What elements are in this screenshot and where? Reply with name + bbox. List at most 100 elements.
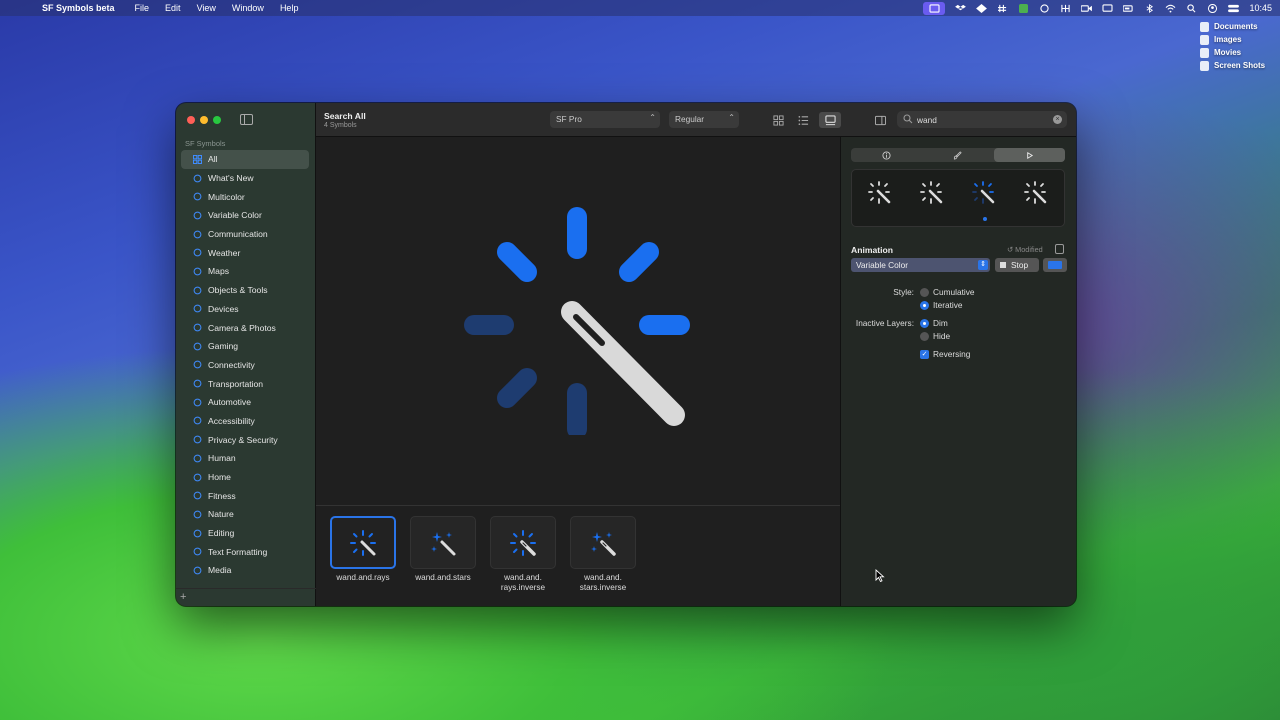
minimize-button[interactable]	[200, 116, 208, 124]
stop-label: Stop	[1011, 260, 1029, 270]
tab-rendering[interactable]	[922, 148, 993, 162]
battery-icon[interactable]	[1123, 4, 1134, 13]
sidebar-item-all[interactable]: All	[181, 150, 309, 169]
sidebar-item-variable-color[interactable]: Variable Color	[181, 206, 309, 225]
close-button[interactable]	[187, 116, 195, 124]
sidebar-item-transportation[interactable]: Transportation	[181, 374, 309, 393]
menu-help[interactable]: Help	[272, 3, 307, 13]
dropbox-icon[interactable]	[955, 4, 967, 13]
sidebar-item-media[interactable]: Media	[181, 561, 309, 580]
hash-icon[interactable]	[997, 4, 1008, 13]
user-icon[interactable]	[1207, 3, 1218, 13]
tab-info[interactable]	[851, 148, 922, 162]
search-field[interactable]: ×	[897, 111, 1067, 128]
desktop-item-images[interactable]: Images	[1200, 33, 1265, 46]
weight-popup[interactable]: Regular ⌃	[669, 111, 739, 128]
menu-view[interactable]: View	[189, 3, 224, 13]
clear-search-icon[interactable]: ×	[1053, 115, 1062, 124]
sidebar-item-privacy-security[interactable]: Privacy & Security	[181, 430, 309, 449]
sidebar-item-devices[interactable]: Devices	[181, 300, 309, 319]
symbol-preview	[316, 137, 840, 506]
wand-and-rays-icon	[868, 181, 891, 204]
sidebar-item-weather[interactable]: Weather	[181, 243, 309, 262]
search-input[interactable]	[917, 112, 1047, 127]
tab-animation[interactable]	[993, 148, 1065, 162]
sidebar-item-accessibility[interactable]: Accessibility	[181, 412, 309, 431]
map-icon	[193, 267, 202, 276]
grid-view-icon[interactable]	[770, 112, 786, 128]
desktop-item-screen-shots[interactable]: Screen Shots	[1200, 59, 1265, 72]
info-icon	[882, 150, 891, 160]
font-popup[interactable]: SF Pro ⌃	[550, 111, 660, 128]
list-view-icon[interactable]	[795, 112, 811, 128]
app-green-icon[interactable]	[1018, 3, 1029, 13]
sidebar-item-home[interactable]: Home	[181, 468, 309, 487]
zoom-button[interactable]	[213, 116, 221, 124]
symbol-tile-wand-and-rays-inverse[interactable]: wand.and. rays.inverse	[490, 516, 556, 593]
font-popup-value: SF Pro	[556, 114, 582, 124]
sidebar-item-nature[interactable]: Nature	[181, 505, 309, 524]
screen-capture-icon[interactable]	[923, 1, 946, 15]
style-radio-iterative[interactable]: Iterative	[920, 300, 963, 310]
reversing-checkbox[interactable]: ✓ Reversing	[920, 349, 970, 359]
color-well[interactable]	[1043, 258, 1067, 272]
stop-button[interactable]: Stop	[995, 258, 1039, 272]
checkmark-icon: ✓	[920, 349, 929, 359]
modified-label[interactable]: ↺ Modified	[1007, 245, 1043, 254]
gallery-view-icon[interactable]	[819, 112, 841, 128]
sidebar-item-label: Weather	[208, 247, 241, 258]
menu-edit[interactable]: Edit	[157, 3, 189, 13]
variant-4[interactable]	[1022, 179, 1052, 209]
menu-file[interactable]: File	[127, 3, 158, 13]
variant-2[interactable]	[918, 179, 948, 209]
add-collection-button[interactable]: +	[180, 591, 186, 603]
leaf-icon	[193, 510, 202, 519]
sidebar-item-multicolor[interactable]: Multicolor	[181, 187, 309, 206]
inspector-toggle-icon[interactable]	[872, 112, 888, 128]
radio-label: Hide	[933, 331, 951, 341]
ai-icon[interactable]	[976, 3, 988, 13]
desktop-item-movies[interactable]: Movies	[1200, 46, 1265, 59]
radio-indicator	[920, 287, 929, 297]
animation-select[interactable]: Variable Color ⇕	[851, 258, 990, 272]
sidebar: SF Symbols All What's New Multicolor Variab…	[176, 103, 316, 606]
menu-window[interactable]: Window	[224, 3, 272, 13]
sidebar-toggle-icon[interactable]	[240, 114, 253, 125]
sidebar-item-human[interactable]: Human	[181, 449, 309, 468]
sidebar-item-automotive[interactable]: Automotive	[181, 393, 309, 412]
symbol-tile-wand-and-stars[interactable]: wand.and.stars	[410, 516, 476, 583]
style-radio-cumulative[interactable]: Cumulative	[920, 287, 975, 297]
fork-icon[interactable]	[1060, 4, 1071, 13]
sidebar-item-text-formatting[interactable]: Text Formatting	[181, 542, 309, 561]
symbol-tile-wand-and-stars-inverse[interactable]: wand.and. stars.inverse	[570, 516, 636, 593]
symbol-tile-wand-and-rays[interactable]: wand.and.rays	[330, 516, 396, 583]
sidebar-item-camera-photos[interactable]: Camera & Photos	[181, 318, 309, 337]
inactive-radio-hide[interactable]: Hide	[920, 331, 950, 341]
radio-indicator	[920, 331, 929, 341]
menu-app-name[interactable]: SF Symbols beta	[34, 3, 127, 13]
variant-3-selected[interactable]	[970, 179, 1000, 209]
sidebar-item-connectivity[interactable]: Connectivity	[181, 356, 309, 375]
video-icon[interactable]	[1081, 4, 1093, 13]
sidebar-item-editing[interactable]: Editing	[181, 524, 309, 543]
sidebar-item-fitness[interactable]: Fitness	[181, 486, 309, 505]
spotlight-search-icon[interactable]	[1186, 3, 1197, 13]
sidebar-item-objects-tools[interactable]: Objects & Tools	[181, 281, 309, 300]
inactive-radio-dim[interactable]: Dim	[920, 318, 948, 328]
desktop-item-documents[interactable]: Documents	[1200, 20, 1265, 33]
menubar-clock[interactable]: 10:45	[1249, 3, 1272, 13]
wifi-icon[interactable]	[1165, 4, 1176, 13]
copy-icon[interactable]	[1055, 244, 1064, 254]
sidebar-item-what-s-new[interactable]: What's New	[181, 169, 309, 188]
ray-top-left	[497, 242, 537, 282]
sidebar-item-maps[interactable]: Maps	[181, 262, 309, 281]
control-center-icon[interactable]	[1228, 4, 1240, 13]
sidebar-item-communication[interactable]: Communication	[181, 225, 309, 244]
sidebar-item-label: Devices	[208, 303, 239, 314]
bluetooth-icon[interactable]	[1144, 3, 1155, 13]
variant-1[interactable]	[866, 179, 896, 209]
status-bar: 10:45	[923, 0, 1272, 16]
display-icon[interactable]	[1102, 3, 1114, 13]
circle-menu-icon[interactable]	[1039, 3, 1050, 13]
sidebar-item-gaming[interactable]: Gaming	[181, 337, 309, 356]
